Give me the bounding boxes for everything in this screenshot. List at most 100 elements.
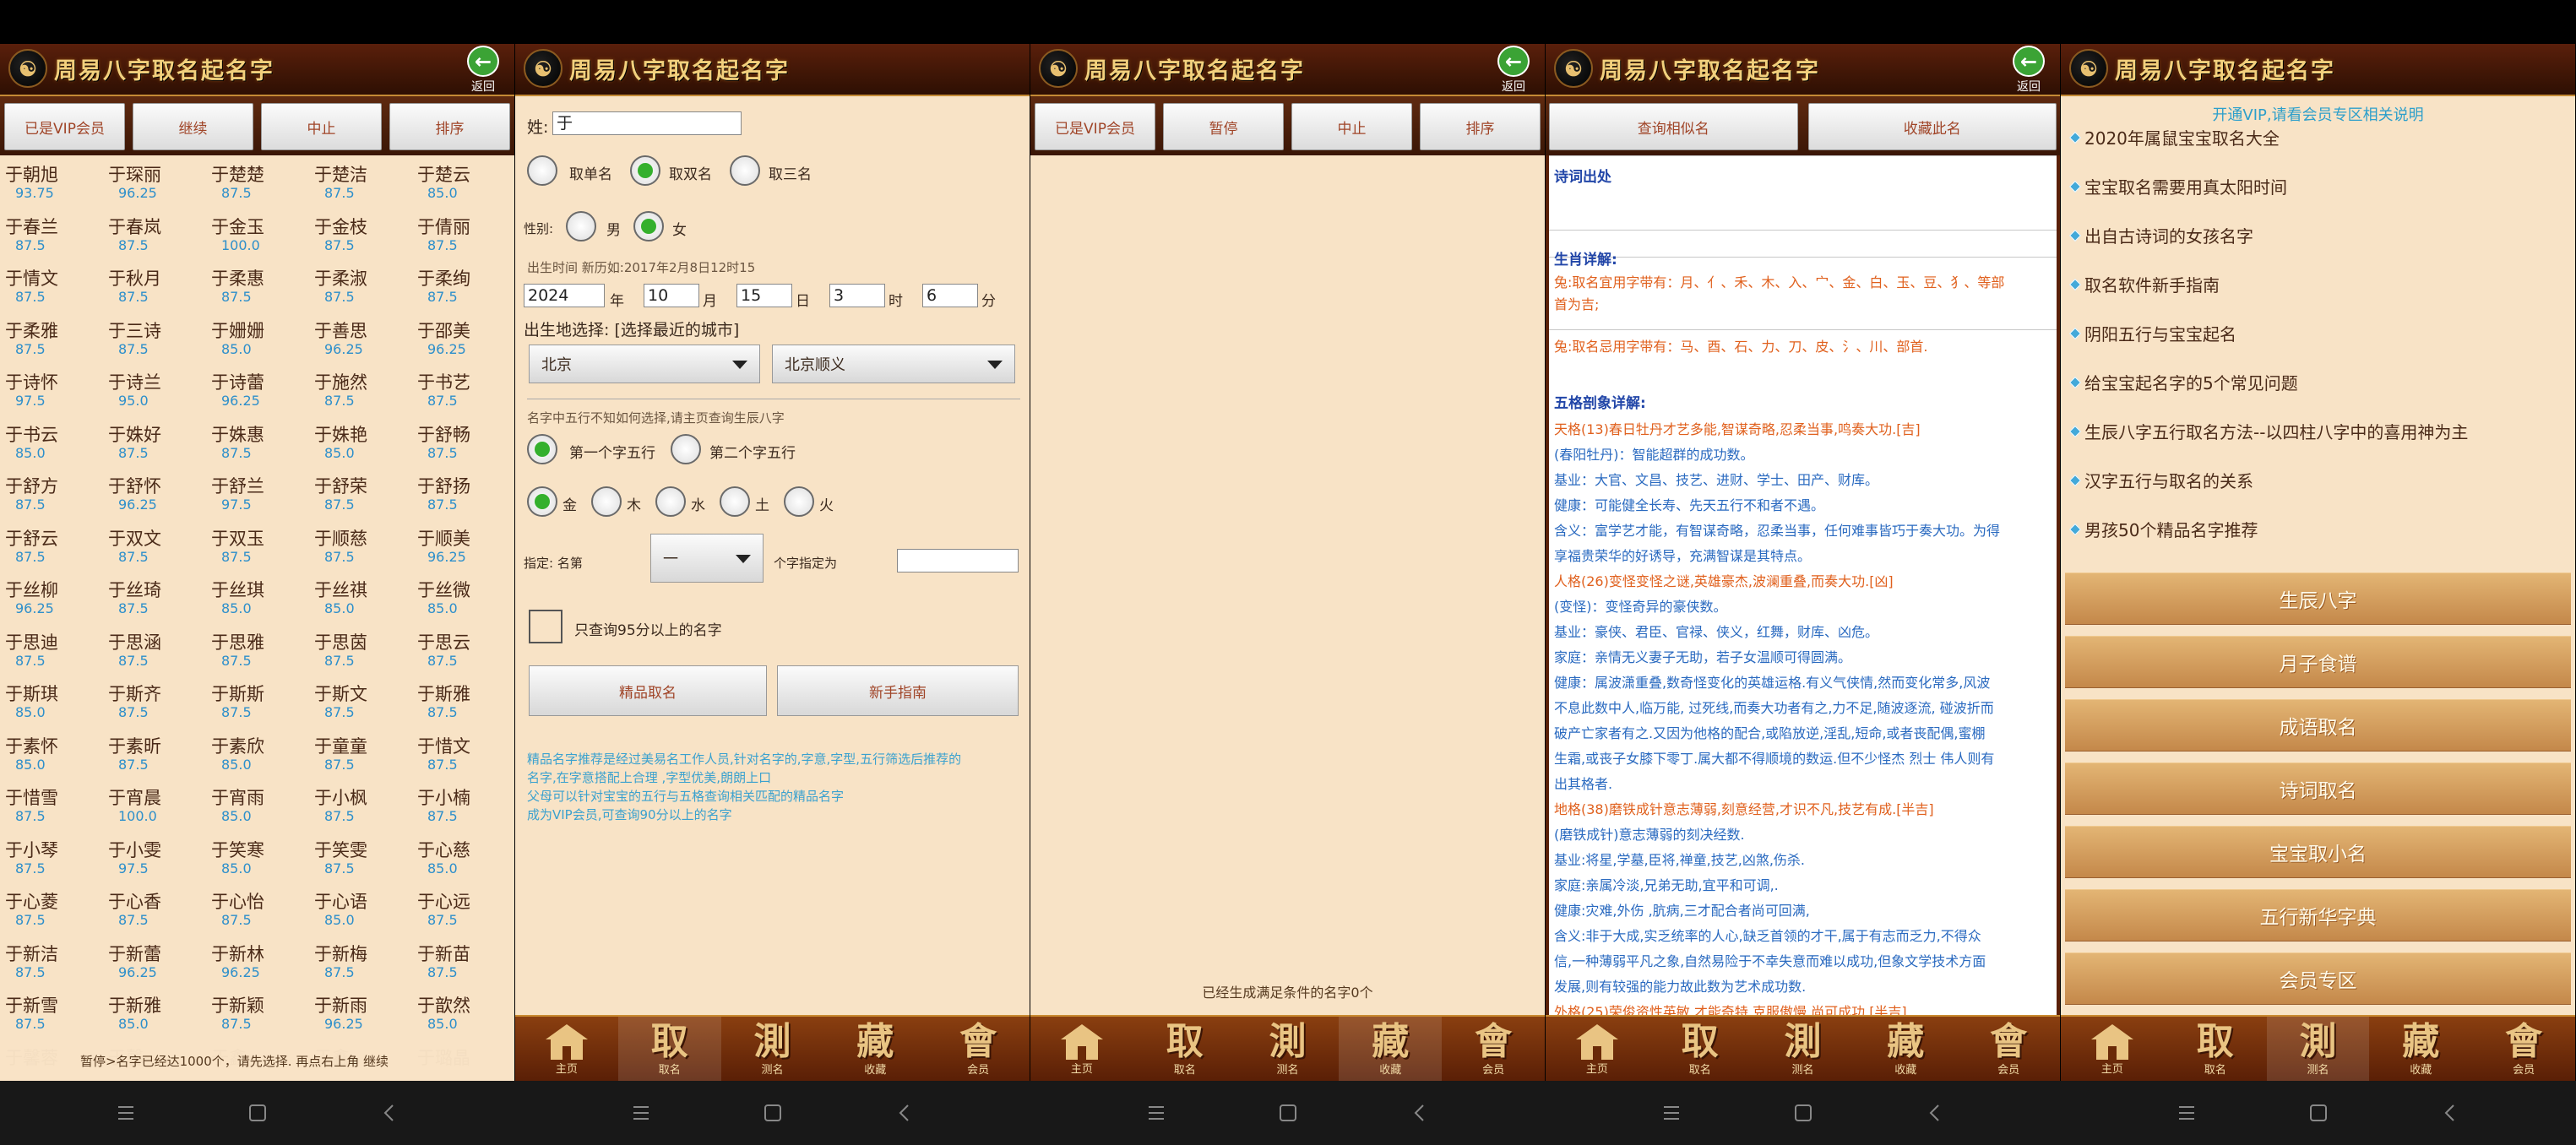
name-cell[interactable]: 于琛丽 96.25 [108,164,209,201]
name-cell[interactable]: 于舒方 87.5 [5,475,106,513]
name-cell[interactable]: 于诗怀 97.5 [5,372,106,409]
month-input[interactable]: 10 [644,284,699,307]
menu-button[interactable]: 月子食谱 [2065,636,2571,688]
name-cell[interactable]: 于新雨 96.25 [314,995,416,1032]
tab-home[interactable]: 主页 [515,1017,618,1081]
name-cell[interactable]: 于情文 87.5 [5,268,106,305]
tab-favorites[interactable]: 藏收藏 [1339,1017,1443,1081]
name-cell[interactable]: 于善思 96.25 [314,320,416,357]
name-cell[interactable]: 于顺美 96.25 [417,528,514,565]
radio-water[interactable] [655,486,686,517]
radio-male[interactable] [566,211,596,241]
home-square-icon[interactable] [2303,1098,2334,1128]
article-link[interactable]: 取名软件新手指南 [2068,272,2220,296]
tab-test[interactable]: 測测名 [1752,1017,1855,1081]
name-cell[interactable]: 于春岚 87.5 [108,216,209,253]
menu-button[interactable]: 成语取名 [2065,699,2571,752]
name-cell[interactable]: 于舒扬 87.5 [417,475,514,513]
year-input[interactable]: 2024 [524,284,605,307]
name-cell[interactable]: 于楚楚 87.5 [211,164,312,201]
name-cell[interactable]: 于新洁 87.5 [5,943,106,980]
only95-checkbox[interactable] [529,610,562,643]
name-cell[interactable]: 于舒云 87.5 [5,528,106,565]
name-cell[interactable]: 于新雅 85.0 [108,995,209,1032]
name-cell[interactable]: 于姗姗 85.0 [211,320,312,357]
home-square-icon[interactable] [242,1098,273,1128]
name-cell[interactable]: 于小枫 87.5 [314,787,416,824]
name-cell[interactable]: 于姝惠 87.5 [211,424,312,461]
name-cell[interactable]: 于双玉 87.5 [211,528,312,565]
menu-icon[interactable] [1656,1098,1687,1128]
radio-second-char[interactable] [671,434,701,464]
article-link[interactable]: 出自古诗词的女孩名字 [2068,223,2253,247]
name-cell[interactable]: 于新苗 87.5 [417,943,514,980]
name-cell[interactable]: 于倩丽 87.5 [417,216,514,253]
name-cell[interactable]: 于思涵 87.5 [108,632,209,669]
back-chevron-icon[interactable] [374,1098,405,1128]
tab-naming[interactable]: 取取名 [1133,1017,1236,1081]
name-cell[interactable]: 于金玉 100.0 [211,216,312,253]
name-cell[interactable]: 于舒荣 87.5 [314,475,416,513]
name-cell[interactable]: 于楚云 85.0 [417,164,514,201]
radio-triple-name[interactable] [730,155,760,186]
article-link[interactable]: 生辰八字五行取名方法--以四柱八字中的喜用神为主 [2068,419,2468,443]
back-chevron-icon[interactable] [889,1098,920,1128]
name-cell[interactable]: 于丝祺 85.0 [314,579,416,616]
tab-home[interactable]: 主页 [1546,1017,1649,1081]
name-cell[interactable]: 于小雯 97.5 [108,839,209,876]
name-cell[interactable]: 于柔淑 87.5 [314,268,416,305]
province-select[interactable]: 北京 [529,345,760,383]
back-button[interactable]: ← 返回 [464,44,503,95]
vip-button[interactable]: 已是VIP会员 [4,103,125,150]
article-link[interactable]: 宝宝取名需要用真太阳时间 [2068,174,2287,198]
name-cell[interactable]: 于惜雪 87.5 [5,787,106,824]
name-cell[interactable]: 于素昕 87.5 [108,735,209,773]
name-cell[interactable]: 于柔绚 87.5 [417,268,514,305]
menu-icon[interactable] [111,1098,141,1128]
name-cell[interactable]: 于宵雨 85.0 [211,787,312,824]
back-button[interactable]: ← 返回 [1494,44,1533,95]
tab-member[interactable]: 會会员 [1442,1017,1545,1081]
search-similar-button[interactable]: 查询相似名 [1549,103,1798,150]
name-cell[interactable]: 于心远 87.5 [417,891,514,928]
name-cell[interactable]: 于春兰 87.5 [5,216,106,253]
radio-first-char[interactable] [527,434,557,464]
name-cell[interactable]: 于惜文 87.5 [417,735,514,773]
name-cell[interactable]: 于顺慈 87.5 [314,528,416,565]
name-cell[interactable]: 于新梅 87.5 [314,943,416,980]
sort-button[interactable]: 排序 [1420,103,1541,150]
name-cell[interactable]: 于双文 87.5 [108,528,209,565]
char-position-select[interactable]: 一 [650,534,764,583]
continue-button[interactable]: 继续 [133,103,253,150]
name-cell[interactable]: 于小楠 87.5 [417,787,514,824]
name-cell[interactable]: 于诗蕾 96.25 [211,372,312,409]
name-cell[interactable]: 于姝艳 85.0 [314,424,416,461]
name-cell[interactable]: 于舒怀 96.25 [108,475,209,513]
vip-button[interactable]: 已是VIP会员 [1035,103,1155,150]
name-cell[interactable]: 于思茵 87.5 [314,632,416,669]
name-cell[interactable]: 于姝好 87.5 [108,424,209,461]
name-cell[interactable]: 于斯斯 87.5 [211,683,312,720]
tab-test[interactable]: 測测名 [1236,1017,1340,1081]
back-chevron-icon[interactable] [1920,1098,1950,1128]
name-cell[interactable]: 于思迪 87.5 [5,632,106,669]
name-cell[interactable]: 于丝琪 85.0 [211,579,312,616]
name-cell[interactable]: 于思云 87.5 [417,632,514,669]
menu-icon[interactable] [626,1098,656,1128]
name-cell[interactable]: 于书云 85.0 [5,424,106,461]
tab-favorites[interactable]: 藏收藏 [2369,1017,2472,1081]
name-cell[interactable]: 于思雅 87.5 [211,632,312,669]
name-cell[interactable]: 于心菱 87.5 [5,891,106,928]
name-cell[interactable]: 于笑寒 85.0 [211,839,312,876]
name-cell[interactable]: 于书艺 87.5 [417,372,514,409]
hour-input[interactable]: 3 [829,284,885,307]
tab-member[interactable]: 會会员 [927,1017,1030,1081]
minute-input[interactable]: 6 [922,284,978,307]
name-cell[interactable]: 于新林 96.25 [211,943,312,980]
article-link[interactable]: 汉字五行与取名的关系 [2068,468,2253,492]
name-cell[interactable]: 于施然 87.5 [314,372,416,409]
radio-double-name[interactable] [630,155,660,186]
name-cell[interactable]: 于金枝 87.5 [314,216,416,253]
specified-char-input[interactable] [897,549,1019,572]
name-cell[interactable]: 于素怀 85.0 [5,735,106,773]
